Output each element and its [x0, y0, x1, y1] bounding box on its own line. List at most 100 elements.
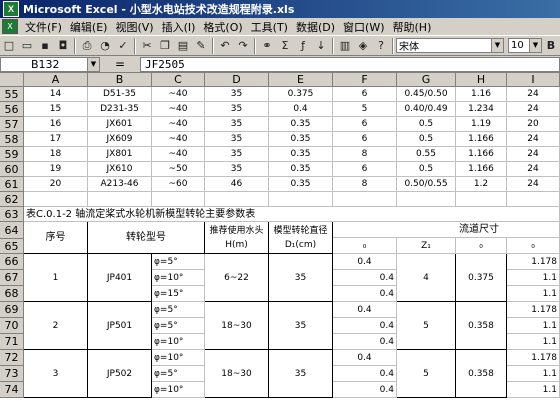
table-cell[interactable]: 1.178 [507, 254, 560, 270]
table-cell[interactable]: 35 [205, 102, 269, 117]
font-size-select[interactable]: 10 ▼ [508, 38, 542, 53]
header-sub[interactable]: ₀ [456, 238, 507, 254]
table-cell[interactable]: 1.1 [507, 366, 560, 382]
font-name-select[interactable]: 宋体 ▼ [396, 38, 504, 53]
copy-icon[interactable]: ❐ [157, 38, 173, 54]
table-cell[interactable]: JX801 [88, 147, 152, 162]
row-header[interactable]: 61 [0, 177, 24, 192]
table-cell[interactable]: 5 [333, 102, 397, 117]
autosum-icon[interactable]: Σ [277, 38, 293, 54]
chevron-down-icon[interactable]: ▼ [87, 57, 99, 71]
table-cell[interactable]: 1.178 [507, 302, 560, 318]
table-cell[interactable]: 24 [507, 102, 560, 117]
print-preview-icon[interactable]: ◔ [97, 38, 113, 54]
table-cell[interactable]: 6 [333, 117, 397, 132]
table-cell[interactable]: ~40 [152, 102, 205, 117]
table-cell[interactable] [24, 192, 88, 207]
group-diameter[interactable]: 35 [269, 254, 333, 302]
table-cell[interactable]: 1.1 [507, 382, 560, 398]
header-sub[interactable]: Z₁ [397, 238, 456, 254]
table-cell[interactable]: 1.16 [456, 87, 507, 102]
table-cell[interactable]: 0.35 [269, 162, 333, 177]
table-cell[interactable]: 19 [24, 162, 88, 177]
menu-window[interactable]: 窗口(W) [339, 19, 388, 35]
drawing-icon[interactable]: ◈ [355, 38, 371, 54]
table-cell[interactable]: 0.4 [367, 318, 397, 334]
column-header-f[interactable]: F [333, 73, 397, 87]
row-header[interactable]: 70 [0, 318, 24, 334]
chart-wizard-icon[interactable]: ▥ [337, 38, 353, 54]
table-caption[interactable]: 表C.0.1-2 轴流定桨式水轮机新模型转轮主要参数表 [24, 207, 560, 222]
table-cell[interactable]: D231-35 [88, 102, 152, 117]
table-cell[interactable]: 0.375 [269, 87, 333, 102]
table-cell[interactable]: 15 [24, 102, 88, 117]
column-header-g[interactable]: G [397, 73, 456, 87]
table-cell[interactable]: 24 [507, 162, 560, 177]
group-z1[interactable]: 4 [397, 254, 456, 302]
table-cell[interactable]: 0.35 [269, 177, 333, 192]
menu-tools[interactable]: 工具(T) [247, 19, 292, 35]
row-header[interactable]: 65 [0, 239, 24, 254]
table-cell[interactable]: 20 [507, 117, 560, 132]
group-diameter[interactable]: 35 [269, 302, 333, 350]
table-cell[interactable]: JX601 [88, 117, 152, 132]
group-seq[interactable]: 3 [24, 350, 88, 398]
table-cell[interactable]: ~50 [152, 162, 205, 177]
menu-help[interactable]: 帮助(H) [389, 19, 436, 35]
permission-icon[interactable]: ◘ [55, 38, 71, 54]
table-cell[interactable]: ~60 [152, 177, 205, 192]
header-diameter[interactable]: 模型转轮直径D₁(cm) [269, 222, 333, 254]
row-header[interactable]: 55 [0, 87, 24, 102]
table-cell[interactable]: 46 [205, 177, 269, 192]
table-cell[interactable] [507, 192, 560, 207]
table-cell[interactable]: 0.35 [269, 132, 333, 147]
row-header[interactable]: 68 [0, 286, 24, 302]
menu-edit[interactable]: 编辑(E) [66, 19, 112, 35]
column-header-a[interactable]: A [24, 73, 88, 87]
table-cell[interactable]: 0.35 [269, 117, 333, 132]
angle-cell[interactable]: φ=10° [152, 334, 205, 350]
table-cell[interactable]: 14 [24, 87, 88, 102]
table-cell[interactable] [456, 192, 507, 207]
table-cell[interactable] [205, 192, 269, 207]
table-cell[interactable]: 24 [507, 132, 560, 147]
menu-insert[interactable]: 插入(I) [158, 19, 200, 35]
group-head[interactable]: 18~30 [205, 350, 269, 398]
worksheet-grid[interactable]: A B C D E F G H I 55 14 D51-35 ~40 35 0.375 6 0.45/0.50 1… [0, 73, 560, 403]
workbook-icon[interactable]: X [2, 19, 18, 34]
table-cell[interactable]: 18 [24, 147, 88, 162]
redo-icon[interactable]: ↷ [235, 38, 251, 54]
group-model[interactable]: JP502 [88, 350, 152, 398]
table-cell[interactable]: 0.45/0.50 [397, 87, 456, 102]
angle-cell[interactable]: φ=15° [152, 286, 205, 302]
table-cell[interactable]: 35 [205, 147, 269, 162]
bold-icon[interactable]: B [543, 38, 559, 54]
row-header[interactable]: 57 [0, 117, 24, 132]
angle-cell[interactable]: φ=5° [152, 366, 205, 382]
group-seq[interactable]: 2 [24, 302, 88, 350]
row-header[interactable]: 74 [0, 382, 24, 398]
table-cell[interactable]: 24 [507, 87, 560, 102]
row-header[interactable]: 67 [0, 270, 24, 286]
column-header-e[interactable]: E [269, 73, 333, 87]
menu-data[interactable]: 数据(D) [292, 19, 339, 35]
table-cell[interactable]: JX609 [88, 132, 152, 147]
angle-cell[interactable]: φ=5° [152, 254, 205, 270]
group-z1[interactable]: 5 [397, 302, 456, 350]
angle-cell[interactable]: φ=5° [152, 318, 205, 334]
name-box[interactable]: B132 ▼ [0, 56, 100, 72]
sort-ascending-icon[interactable]: ↓ [313, 38, 329, 54]
column-header-b[interactable]: B [88, 73, 152, 87]
table-cell[interactable]: JX610 [88, 162, 152, 177]
table-cell[interactable]: 1.234 [456, 102, 507, 117]
group-model[interactable]: JP501 [88, 302, 152, 350]
group-head[interactable]: 18~30 [205, 302, 269, 350]
angle-cell[interactable]: φ=10° [152, 270, 205, 286]
table-cell[interactable]: 1.166 [456, 147, 507, 162]
header-model[interactable]: 转轮型号 [88, 222, 205, 254]
column-header-i[interactable]: I [507, 73, 560, 87]
table-cell[interactable]: 1.1 [507, 334, 560, 350]
chevron-down-icon[interactable]: ▼ [529, 39, 541, 52]
column-header-d[interactable]: D [205, 73, 269, 87]
table-cell[interactable]: 24 [507, 177, 560, 192]
